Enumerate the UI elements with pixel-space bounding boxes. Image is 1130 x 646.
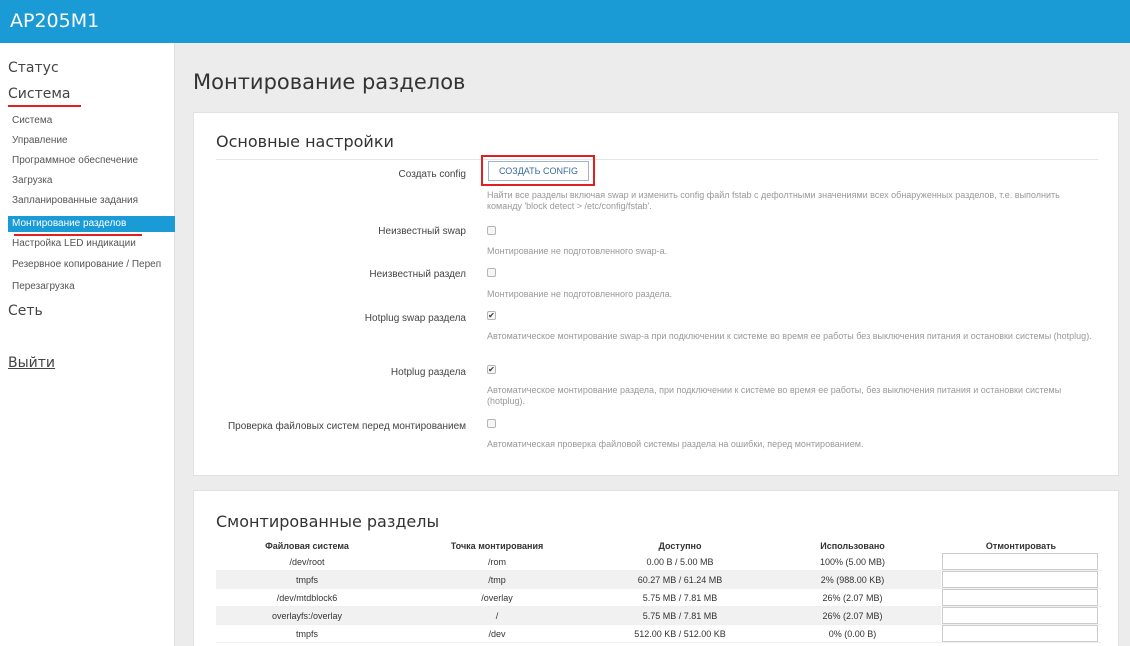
cell-filesystem: overlayfs:/overlay (216, 606, 398, 625)
hotplug-partition-description: Автоматическое монтирование раздела, при… (487, 385, 1062, 406)
cell-mount-point: /dev (398, 624, 596, 643)
unknown-swap-checkbox[interactable] (487, 226, 496, 235)
divider (216, 159, 1098, 160)
fs-check-description: Автоматическая проверка файловой системы… (487, 439, 864, 449)
cell-unmount (941, 606, 1101, 625)
sidebar-subitem-backup[interactable]: Резервное копирование / Переп (12, 257, 175, 273)
sidebar: Статус Система Система Управление Програ… (0, 43, 175, 646)
sidebar-subitem-led[interactable]: Настройка LED индикации (12, 236, 175, 252)
cell-filesystem: /dev/mtdblock6 (216, 588, 398, 607)
hotplug-partition-checkbox[interactable]: ✔ (487, 365, 496, 374)
cell-filesystem: tmpfs (216, 570, 398, 589)
unmount-button[interactable] (942, 571, 1098, 588)
sidebar-subitem-scheduled-tasks[interactable]: Запланированные задания (12, 193, 175, 209)
logout-link[interactable]: Выйти (8, 355, 55, 371)
cell-used: 0% (0.00 B) (764, 624, 941, 643)
hotplug-swap-label: Hotplug swap раздела (364, 313, 466, 324)
sidebar-subitem-management[interactable]: Управление (12, 133, 175, 149)
unmount-button[interactable] (942, 553, 1098, 570)
fs-check-label: Проверка файловых систем перед монтирова… (227, 421, 466, 432)
hotplug-swap-checkbox[interactable]: ✔ (487, 311, 496, 320)
fs-check-checkbox[interactable] (487, 419, 496, 428)
unmount-button[interactable] (942, 607, 1098, 624)
cell-available: 60.27 MB / 61.24 MB (596, 570, 764, 589)
create-config-button[interactable]: СОЗДАТЬ CONFIG (488, 161, 589, 181)
top-bar: AP205M1 (0, 0, 1130, 43)
table-row: tmpfs /tmp 60.27 MB / 61.24 MB 2% (988.0… (216, 570, 1101, 589)
sidebar-item-status[interactable]: Статус (8, 60, 59, 76)
hotplug-partition-label: Hotplug раздела (390, 367, 466, 378)
table-row: overlayfs:/overlay / 5.75 MB / 7.81 MB 2… (216, 606, 1101, 625)
column-header-unmount: Отмонтировать (985, 541, 1057, 551)
column-header-used: Использовано (820, 541, 885, 551)
cell-mount-point: /rom (398, 553, 596, 571)
unmount-button[interactable] (942, 589, 1098, 606)
cell-unmount (941, 553, 1101, 571)
create-config-label: Создать config (398, 169, 466, 180)
basic-settings-title: Основные настройки (216, 132, 394, 151)
cell-mount-point: / (398, 606, 596, 625)
brand-title: AP205M1 (10, 10, 100, 32)
cell-available: 0.00 B / 5.00 MB (596, 553, 764, 571)
column-header-mount-point: Точка монтирования (450, 541, 544, 551)
cell-unmount (941, 570, 1101, 589)
sidebar-item-system[interactable]: Система (8, 86, 70, 102)
cell-filesystem: tmpfs (216, 624, 398, 643)
column-header-available: Доступно (658, 541, 702, 551)
cell-used: 26% (2.07 MB) (764, 606, 941, 625)
basic-settings-panel: Основные настройки Создать config СОЗДАТ… (193, 112, 1119, 476)
mounted-partitions-table: Файловая система Точка монтирования Дост… (216, 539, 1101, 643)
column-header-filesystem: Файловая система (265, 541, 349, 551)
sidebar-subitem-system[interactable]: Система (12, 113, 175, 129)
sidebar-item-network[interactable]: Сеть (8, 303, 43, 319)
cell-unmount (941, 588, 1101, 607)
sidebar-subitem-startup[interactable]: Загрузка (12, 173, 175, 189)
cell-unmount (941, 624, 1101, 643)
sidebar-subitem-reboot[interactable]: Перезагрузка (12, 279, 175, 295)
sidebar-subitem-mount-points[interactable]: Монтирование разделов (8, 216, 175, 232)
cell-filesystem: /dev/root (216, 553, 398, 571)
unknown-partition-checkbox[interactable] (487, 268, 496, 277)
cell-used: 100% (5.00 MB) (764, 553, 941, 571)
hotplug-swap-description: Автоматическое монтирование swap-а при п… (487, 331, 1092, 341)
table-header-row: Файловая система Точка монтирования Дост… (216, 539, 1101, 553)
table-row: tmpfs /dev 512.00 KB / 512.00 KB 0% (0.0… (216, 624, 1101, 643)
cell-mount-point: /tmp (398, 570, 596, 589)
system-annotation-underline (8, 105, 81, 107)
unknown-partition-description: Монтирование не подготовленного раздела. (487, 289, 673, 299)
cell-available: 512.00 KB / 512.00 KB (596, 624, 764, 643)
mounted-partitions-panel: Смонтированные разделы Файловая система … (193, 490, 1119, 646)
cell-mount-point: /overlay (398, 588, 596, 607)
table-row: /dev/mtdblock6 /overlay 5.75 MB / 7.81 M… (216, 588, 1101, 607)
unknown-swap-label: Неизвестный swap (378, 226, 466, 237)
unknown-partition-label: Неизвестный раздел (369, 269, 466, 280)
unknown-swap-description: Монтирование не подготовленного swap-а. (487, 246, 668, 256)
sidebar-subitem-software[interactable]: Программное обеспечение (12, 153, 175, 169)
create-config-description: Найти все разделы включая swap и изменит… (487, 190, 1060, 211)
mounted-partitions-title: Смонтированные разделы (216, 512, 440, 531)
unmount-button[interactable] (942, 625, 1098, 642)
cell-available: 5.75 MB / 7.81 MB (596, 588, 764, 607)
cell-available: 5.75 MB / 7.81 MB (596, 606, 764, 625)
cell-used: 26% (2.07 MB) (764, 588, 941, 607)
cell-used: 2% (988.00 KB) (764, 570, 941, 589)
table-row: /dev/root /rom 0.00 B / 5.00 MB 100% (5.… (216, 553, 1101, 571)
page-title: Монтирование разделов (193, 70, 466, 94)
